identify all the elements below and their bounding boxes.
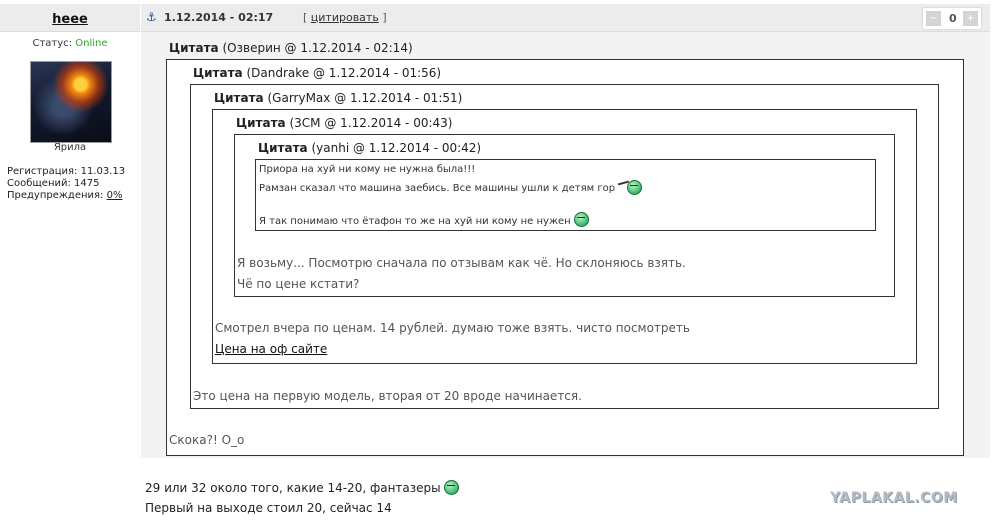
quote1-box: Цитата (Dandrake @ 1.12.2014 - 01:56) Ци… bbox=[166, 59, 964, 456]
quote5-line2: Рамзан сказал что машина заебись. Все ма… bbox=[259, 183, 616, 194]
smiley-icon bbox=[444, 480, 460, 495]
quote5-word: Цитата bbox=[258, 141, 308, 155]
quote2-meta: (Dandrake @ 1.12.2014 - 01:56) bbox=[246, 66, 442, 80]
quote5-line2-wrap: Рамзан сказал что машина заебись. Все ма… bbox=[259, 180, 644, 195]
quote1-word: Цитата bbox=[169, 41, 219, 55]
quote3-title: Цитата (GarryMax @ 1.12.2014 - 01:51) bbox=[214, 91, 462, 105]
post-header: ⚓ 1.12.2014 - 02:17 [ цитировать ] − 0 + bbox=[141, 4, 990, 32]
quote5-line1: Приора на хуй ни кому не нужна была!!! bbox=[259, 164, 476, 175]
message-count: Сообщений: 1475 bbox=[7, 178, 100, 189]
quote4-box: Цитата (yanhi @ 1.12.2014 - 00:42) Приор… bbox=[234, 134, 895, 297]
quote4-reply2: Чё по цене кстати? bbox=[237, 277, 360, 291]
price-link[interactable]: Цена на оф сайте bbox=[215, 342, 327, 356]
plus-icon[interactable]: + bbox=[963, 11, 978, 26]
quote3-reply: Смотрел вчера по ценам. 14 рублей. думаю… bbox=[215, 321, 690, 335]
quote4-title: Цитата (3СМ @ 1.12.2014 - 00:43) bbox=[236, 116, 452, 130]
warnings-label: Предупреждения: bbox=[7, 190, 104, 201]
bracket-close: ] bbox=[382, 11, 387, 24]
quote4-reply1: Я возьму... Посмотрю сначала по отзывам … bbox=[237, 256, 686, 270]
warnings-value-link[interactable]: 0% bbox=[107, 190, 123, 201]
quote2-reply: Это цена на первую модель, вторая от 20 … bbox=[193, 389, 582, 403]
quote3-word: Цитата bbox=[214, 91, 264, 105]
quote4-meta: (3СМ @ 1.12.2014 - 00:43) bbox=[289, 116, 453, 130]
quote3-meta: (GarryMax @ 1.12.2014 - 01:51) bbox=[267, 91, 463, 105]
reply-line1: 29 или 32 около того, какие 14-20, фанта… bbox=[145, 481, 441, 495]
post-date: 1.12.2014 - 02:17 bbox=[164, 11, 274, 24]
quote2-word: Цитата bbox=[193, 66, 243, 80]
quote1-meta: (Озверин @ 1.12.2014 - 02:14) bbox=[222, 41, 413, 55]
user-info-column: heee Статус: Online Ярила Регистрация: 1… bbox=[0, 0, 140, 529]
quote5-line3-wrap: Я так понимаю что ётафон то же на хуй ни… bbox=[259, 212, 589, 227]
warnings: Предупреждения: 0% bbox=[7, 190, 122, 202]
quote5-title: Цитата (yanhi @ 1.12.2014 - 00:42) bbox=[258, 141, 481, 155]
user-status: Статус: Online bbox=[0, 38, 140, 49]
vote-count: 0 bbox=[949, 12, 957, 25]
quote1-reply: Скока?! О_о bbox=[169, 433, 245, 447]
nick-bar: heee bbox=[0, 4, 140, 32]
smiley-icon bbox=[573, 212, 589, 227]
avatar-caption: Ярила bbox=[53, 142, 87, 153]
avatar[interactable] bbox=[30, 61, 112, 143]
watermark-logo: YAPLAKAL.COM bbox=[830, 490, 958, 506]
minus-icon[interactable]: − bbox=[926, 11, 941, 26]
anchor-icon[interactable]: ⚓ bbox=[146, 4, 157, 31]
quote-link-wrap: [ цитировать ] bbox=[303, 4, 387, 31]
post-body: Цитата (Озверин @ 1.12.2014 - 02:14) Цит… bbox=[141, 32, 990, 458]
vote-box: − 0 + bbox=[922, 7, 982, 30]
registration-date: Регистрация: 11.03.13 bbox=[7, 166, 126, 177]
bracket-open: [ bbox=[303, 11, 308, 24]
status-online: Online bbox=[75, 38, 108, 49]
quote-button[interactable]: цитировать bbox=[311, 11, 379, 24]
quote2-title: Цитата (Dandrake @ 1.12.2014 - 01:56) bbox=[193, 66, 441, 80]
status-label: Статус: bbox=[32, 38, 73, 49]
quote5-box: Приора на хуй ни кому не нужна была!!! Р… bbox=[255, 159, 876, 231]
quote5-line3: Я так понимаю что ётафон то же на хуй ни… bbox=[259, 216, 571, 227]
quote4-word: Цитата bbox=[236, 116, 286, 130]
user-nick-link[interactable]: heee bbox=[52, 12, 88, 27]
quote3-box: Цитата (3СМ @ 1.12.2014 - 00:43) Цитата … bbox=[212, 109, 917, 364]
quote2-box: Цитата (GarryMax @ 1.12.2014 - 01:51) Ци… bbox=[190, 84, 939, 409]
crazy-smiley-icon bbox=[618, 180, 644, 195]
quote5-meta: (yanhi @ 1.12.2014 - 00:42) bbox=[311, 141, 482, 155]
reply-line2: Первый на выходе стоил 20, сейчас 14 bbox=[145, 501, 392, 515]
quote1-title: Цитата (Озверин @ 1.12.2014 - 02:14) bbox=[169, 41, 413, 55]
reply-line1-wrap: 29 или 32 около того, какие 14-20, фанта… bbox=[145, 480, 460, 495]
